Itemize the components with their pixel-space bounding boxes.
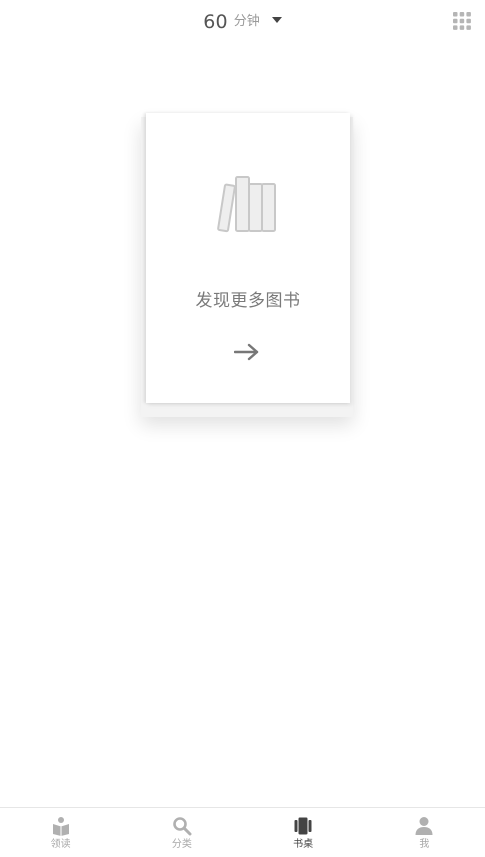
bottom-navigation: 领读 分类 书桌 我	[0, 807, 485, 857]
nav-item-me[interactable]: 我	[364, 808, 485, 857]
nav-label-reading: 领读	[50, 839, 71, 850]
reading-book-icon	[52, 817, 69, 836]
arrow-right-icon	[234, 343, 259, 361]
nav-item-category[interactable]: 分类	[121, 808, 242, 857]
timer-unit: 分钟	[233, 14, 260, 29]
person-icon	[415, 817, 433, 835]
grid-icon	[453, 12, 471, 30]
discover-books-card-stack: 发现更多图书	[141, 113, 353, 417]
timer-dropdown[interactable]: 60 分钟	[203, 9, 282, 35]
discover-books-card[interactable]: 发现更多图书	[146, 113, 350, 403]
caret-down-icon	[271, 17, 282, 23]
search-icon	[173, 817, 192, 836]
screen: 60 分钟 发现更多图书 领读 分类 书桌 我	[0, 0, 485, 857]
nav-label-me: 我	[419, 839, 430, 850]
nav-label-bookdesk: 书桌	[293, 839, 314, 850]
bookshelf-icon	[294, 817, 312, 835]
top-bar: 60 分钟	[0, 0, 485, 44]
timer-value: 60	[203, 11, 228, 33]
card-title: 发现更多图书	[195, 291, 301, 311]
nav-label-category: 分类	[171, 839, 192, 850]
nav-item-bookdesk[interactable]: 书桌	[243, 808, 364, 857]
timer-area: 60 分钟	[0, 9, 485, 35]
nav-item-reading[interactable]: 领读	[0, 808, 121, 857]
books-icon	[217, 176, 276, 233]
grid-menu-button[interactable]	[453, 12, 471, 30]
